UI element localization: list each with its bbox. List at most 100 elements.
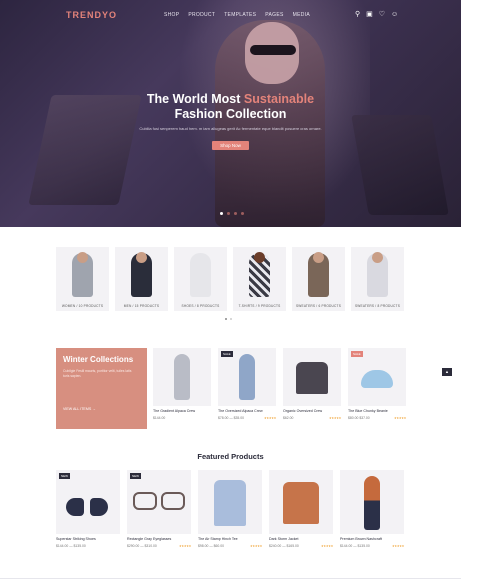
category-model-head	[136, 252, 147, 263]
product-image[interactable]	[153, 348, 211, 406]
product-card[interactable]: SALE The Blue Chunky Beanie $80.00 $37.0…	[348, 348, 406, 420]
category-card[interactable]: MEN / 15 PRODUCTS	[115, 247, 168, 311]
rating-stars: ★★★★★	[321, 544, 333, 548]
view-all-link[interactable]: VIEW ALL ITEMS →	[63, 407, 96, 411]
hero-title-accent: Sustainable	[243, 92, 315, 106]
product-image[interactable]: SALE	[218, 348, 276, 406]
menu-item-templates[interactable]: TEMPLATES	[224, 12, 256, 18]
winter-collection-banner: Winter Collections Cubilgie Fesill mauri…	[56, 348, 147, 429]
product-card[interactable]: Organic Oversized Crew $62.00 ★★★★★	[283, 348, 341, 420]
product-card[interactable]: The Gradient Alpaca Crew $144.00	[153, 348, 211, 420]
category-model-head	[77, 252, 88, 263]
rating-stars: ★★★★★	[394, 416, 406, 420]
category-card[interactable]: SHOES / 8 PRODUCTS	[174, 247, 227, 311]
product-price: $80.00 $37.00	[348, 416, 370, 420]
hero-banner: TRENDYO SHOP PRODUCT TEMPLATES PAGES MED…	[0, 0, 461, 227]
product-price: $98.00 — $60.00	[198, 544, 225, 548]
sale-badge: SALE	[351, 351, 363, 357]
product-card[interactable]: The Air Stamp Hinch Tee $98.00 — $60.00 …	[198, 470, 262, 548]
rating-stars: ★★★★★	[250, 544, 262, 548]
menu-item-pages[interactable]: PAGES	[265, 12, 283, 18]
product-price-row: $98.00 — $60.00 ★★★★★	[198, 544, 262, 548]
product-price: $144.00	[153, 416, 166, 420]
bag-icon[interactable]: ▣	[366, 10, 373, 20]
rating-stars: ★★★★★	[179, 544, 191, 548]
product-image[interactable]: NEW	[56, 470, 120, 534]
product-figure	[161, 492, 185, 510]
winter-products: The Gradient Alpaca Crew $144.00 SALE Th…	[153, 348, 406, 420]
product-price-row: $80.00 $37.00 ★★★★★	[348, 416, 406, 420]
product-price-row: $290.00 — $310.00 ★★★★★	[127, 544, 191, 548]
user-icon[interactable]: ☺	[391, 10, 398, 20]
product-figure	[296, 362, 328, 394]
product-card[interactable]: Dark Storm Jacket $240.00 — $165.00 ★★★★…	[269, 470, 333, 548]
product-card[interactable]: Premium Brown Nashcraft $144.00 — $135.0…	[340, 470, 404, 548]
product-image[interactable]	[198, 470, 262, 534]
product-figure	[361, 370, 393, 388]
product-price-row: $240.00 — $165.00 ★★★★★	[269, 544, 333, 548]
product-figure	[174, 354, 190, 400]
product-price-row: $144.00 — $135.00	[56, 544, 120, 548]
product-price-row: $78.00 — $35.00 ★★★★★	[218, 416, 276, 420]
category-label: MEN / 15 PRODUCTS	[123, 304, 160, 308]
product-name[interactable]: Superstar Striking Shoes	[56, 537, 120, 541]
category-label: T-SHIRTS / 9 PRODUCTS	[238, 304, 281, 308]
product-card[interactable]: SALE The Oversized Alpaca Crew $78.00 — …	[218, 348, 276, 420]
product-image[interactable]: SALE	[348, 348, 406, 406]
product-name[interactable]: The Oversized Alpaca Crew	[218, 409, 276, 413]
product-image[interactable]	[269, 470, 333, 534]
carousel-dot[interactable]	[230, 318, 232, 320]
product-figure	[90, 498, 108, 516]
product-image[interactable]: NEW	[127, 470, 191, 534]
category-card[interactable]: SWEATERS / 8 PRODUCTS	[351, 247, 404, 311]
new-badge: NEW	[130, 473, 141, 479]
category-model-head	[372, 252, 383, 263]
product-figure	[364, 476, 380, 530]
category-card[interactable]: WOMEN / 10 PRODUCTS	[56, 247, 109, 311]
featured-title: Featured Products	[197, 452, 264, 461]
product-image[interactable]	[340, 470, 404, 534]
category-model-head	[254, 252, 265, 263]
category-label: SWEATERS / 6 PRODUCTS	[295, 304, 342, 308]
main-menu: SHOP PRODUCT TEMPLATES PAGES MEDIA	[164, 12, 310, 18]
product-price: $78.00 — $35.00	[218, 416, 245, 420]
shop-now-button[interactable]: Shop Now	[212, 141, 249, 150]
carousel-dot[interactable]	[241, 212, 244, 215]
product-figure	[214, 480, 246, 526]
product-name[interactable]: The Gradient Alpaca Crew	[153, 409, 211, 413]
hero-carousel-dots	[220, 212, 244, 215]
featured-products: NEW Superstar Striking Shoes $144.00 — $…	[56, 470, 404, 548]
menu-item-media[interactable]: MEDIA	[293, 12, 310, 18]
scroll-arrow-icon[interactable]: ▲	[442, 368, 452, 376]
product-name[interactable]: Dark Storm Jacket	[269, 537, 333, 541]
category-card[interactable]: SWEATERS / 6 PRODUCTS	[292, 247, 345, 311]
hero-title-post: Fashion Collection	[174, 107, 287, 121]
menu-item-product[interactable]: PRODUCT	[188, 12, 215, 18]
product-card[interactable]: NEW Superstar Striking Shoes $144.00 — $…	[56, 470, 120, 548]
carousel-dot[interactable]	[227, 212, 230, 215]
heart-icon[interactable]: ♡	[379, 10, 385, 20]
nav-icons: ⚲ ▣ ♡ ☺	[355, 10, 398, 20]
category-card[interactable]: T-SHIRTS / 9 PRODUCTS	[233, 247, 286, 311]
product-image[interactable]	[283, 348, 341, 406]
product-card[interactable]: NEW Rectangle Gray Eyeglasses $290.00 — …	[127, 470, 191, 548]
product-figure	[283, 482, 319, 524]
menu-item-shop[interactable]: SHOP	[164, 12, 179, 18]
product-name[interactable]: The Blue Chunky Beanie	[348, 409, 406, 413]
product-name[interactable]: Premium Brown Nashcraft	[340, 537, 404, 541]
carousel-dot[interactable]	[234, 212, 237, 215]
logo[interactable]: TRENDYO	[66, 10, 117, 20]
product-price-row: $62.00 ★★★★★	[283, 416, 341, 420]
carousel-dot[interactable]	[220, 212, 223, 215]
product-price: $240.00 — $165.00	[269, 544, 299, 548]
product-figure	[239, 354, 255, 400]
product-name[interactable]: The Air Stamp Hinch Tee	[198, 537, 262, 541]
hero-subtitle: Cubilia fusi senperem haud hem. m iarn a…	[139, 126, 322, 131]
category-carousel-dots	[225, 318, 232, 320]
search-icon[interactable]: ⚲	[355, 10, 360, 20]
carousel-dot[interactable]	[225, 318, 227, 320]
product-price-row: $144.00	[153, 416, 211, 420]
category-row: WOMEN / 10 PRODUCTS MEN / 15 PRODUCTS SH…	[56, 247, 404, 311]
product-name[interactable]: Rectangle Gray Eyeglasses	[127, 537, 191, 541]
product-name[interactable]: Organic Oversized Crew	[283, 409, 341, 413]
